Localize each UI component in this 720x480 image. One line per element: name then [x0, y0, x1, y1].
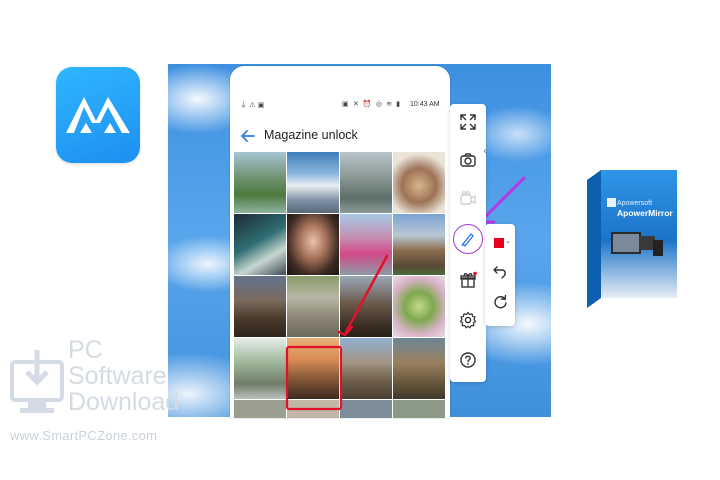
watermark-url: www.SmartPCZone.com — [10, 428, 158, 443]
screenshot-button[interactable] — [456, 148, 480, 172]
product-box-image: Apowersoft ApowerMirror — [587, 170, 677, 308]
product-brand: Apowersoft — [617, 200, 653, 207]
record-button[interactable] — [456, 186, 480, 210]
watermark-line2: Software — [68, 362, 167, 390]
watermark-line3: Download — [68, 388, 180, 416]
help-icon — [460, 352, 476, 368]
mirror-toolbar — [450, 104, 486, 382]
gear-icon — [459, 311, 477, 329]
whiteboard-subpanel: ⌄ — [485, 224, 515, 326]
video-camera-icon — [460, 190, 476, 205]
undo-icon[interactable] — [492, 264, 508, 280]
help-button[interactable] — [456, 348, 480, 372]
settings-button[interactable] — [456, 308, 480, 332]
red-arrow — [344, 254, 389, 334]
gift-icon — [460, 271, 477, 288]
highlight-box — [285, 345, 343, 411]
product-box-graphic — [587, 170, 677, 308]
redo-icon[interactable] — [492, 294, 508, 310]
fullscreen-button[interactable] — [456, 110, 480, 134]
expand-icon — [460, 114, 476, 130]
product-title: ApowerMirror — [617, 208, 673, 218]
watermark-line1: PC — [68, 336, 103, 364]
pen-icon — [461, 233, 474, 247]
chevron-down-icon[interactable]: ⌄ — [505, 237, 511, 245]
collapse-toolbar-chevron-icon[interactable]: ‹ — [483, 146, 493, 160]
whiteboard-button[interactable] — [453, 224, 483, 254]
camera-icon — [460, 153, 476, 167]
pen-color-swatch[interactable] — [494, 238, 504, 248]
download-computer-icon — [10, 350, 64, 413]
purple-arrow — [480, 176, 526, 222]
gift-button[interactable] — [456, 268, 480, 292]
